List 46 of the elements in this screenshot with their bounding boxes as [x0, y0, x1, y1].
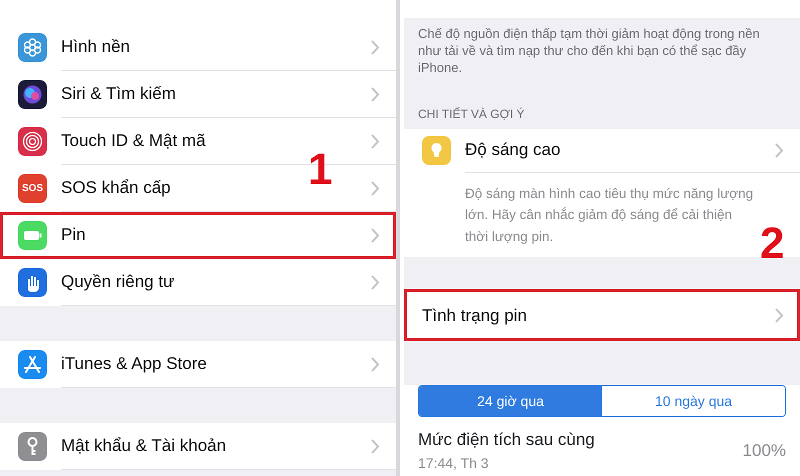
hand-icon	[18, 268, 47, 297]
settings-row[interactable]: Mật khẩu & Tài khoản	[0, 423, 396, 470]
settings-row[interactable]: iTunes & App Store	[0, 341, 396, 388]
section-header: CHI TIẾT VÀ GỢI Ý	[417, 106, 526, 123]
description-text: Chế độ nguồn điện thấp tạm thời giảm hoạt động trong nền như tải về và tìm nạp thư cho đến khi bạn có thể sạc đầy iPhone.	[417, 25, 761, 77]
row-label: Touch ID & Mật mã	[61, 130, 206, 152]
chevron-icon	[371, 134, 380, 148]
charge-value: 100%	[742, 440, 786, 462]
chevron-icon	[371, 228, 380, 242]
row-label: Mật khẩu & Tài khoản	[61, 435, 226, 458]
step-number: 2	[760, 222, 784, 266]
chevron-icon	[775, 142, 784, 158]
row-label: iTunes & App Store	[61, 353, 207, 376]
chevron-icon	[371, 40, 380, 54]
row-label: Độ sáng cao	[465, 139, 560, 162]
chevron-icon	[371, 274, 380, 290]
row-label: Hình nền	[61, 36, 130, 58]
chevron-icon	[371, 180, 380, 196]
row-label: SOS khẩn cấp	[61, 177, 171, 200]
settings-row[interactable]: Tình trạng pin	[404, 289, 800, 342]
app-store-icon	[18, 350, 47, 379]
segment-tab[interactable]: 24 giờ qua	[419, 386, 602, 416]
chevron-icon	[775, 308, 784, 323]
key-icon	[18, 432, 47, 461]
chevron-icon	[371, 356, 380, 372]
charge-time: 17:44, Th 3	[418, 454, 490, 473]
settings-row[interactable]: Siri & Tìm kiếm	[0, 71, 396, 118]
lightbulb-icon	[422, 136, 451, 166]
flower-icon	[18, 33, 47, 62]
row-label: Pin	[61, 224, 86, 246]
charge-title: Mức điện tích sau cùng	[418, 429, 595, 452]
description-text: Độ sáng màn hình cao tiêu thụ mức năng lượng lớn. Hãy cân nhắc giảm độ sáng để cải thiện thời lượng pin.	[465, 184, 754, 246]
sos-icon: SOS	[18, 174, 47, 203]
row-label: Tình trạng pin	[422, 304, 527, 327]
chevron-icon	[371, 438, 380, 454]
settings-row[interactable]: Pin	[0, 212, 396, 259]
settings-row[interactable]: Hình nền	[0, 24, 396, 71]
battery-icon	[18, 221, 47, 250]
row-label: Quyền riêng tư	[61, 271, 174, 294]
orb-icon	[18, 80, 47, 109]
row-label: Siri & Tìm kiếm	[61, 83, 176, 106]
chevron-icon	[371, 86, 380, 102]
settings-row[interactable]: Quyền riêng tư	[0, 259, 396, 306]
fingerprint-icon	[18, 127, 47, 156]
suggestion-row[interactable]: Độ sáng cao	[404, 128, 800, 173]
step-number: 1	[308, 148, 332, 192]
